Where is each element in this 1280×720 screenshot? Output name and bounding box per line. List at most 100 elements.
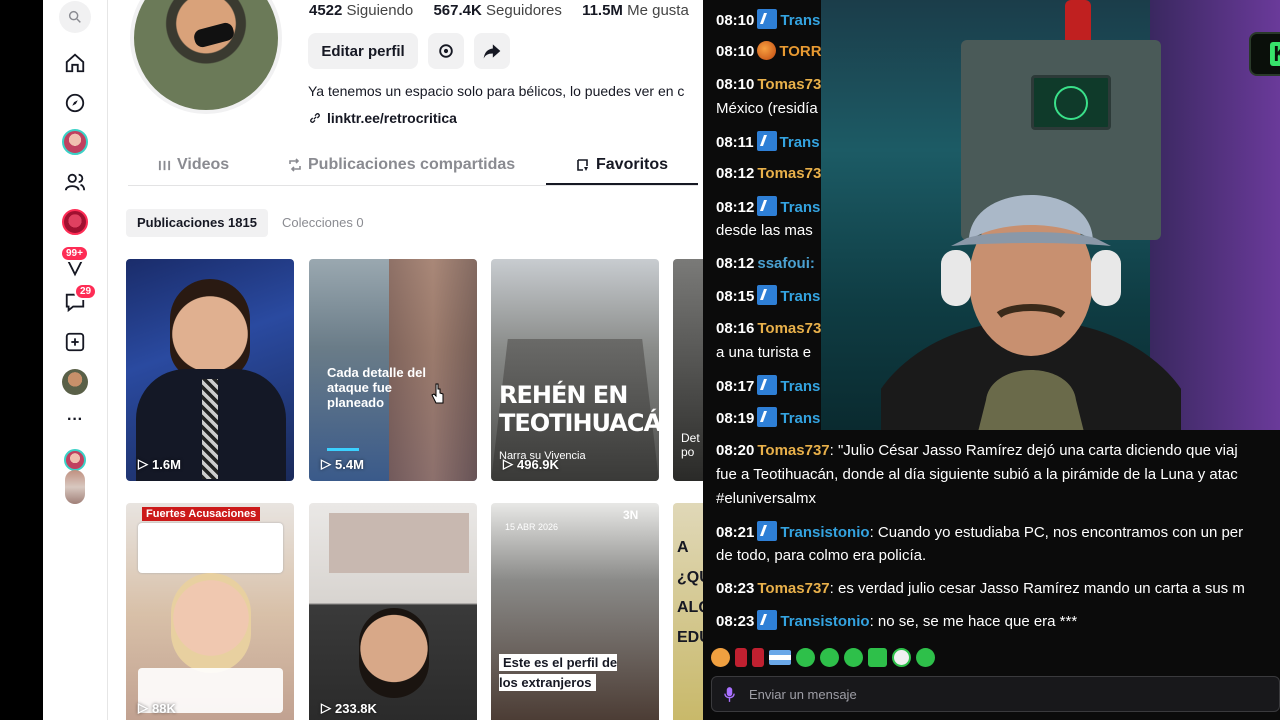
more-icon[interactable]: ··· — [58, 403, 92, 437]
video-card[interactable]: 15 ABR 2026 3N Este es el perfil de los … — [491, 503, 659, 720]
moderator-badge-icon — [757, 9, 778, 29]
chat-username[interactable]: Trans — [780, 288, 820, 305]
video-overlay-text: Det po — [681, 431, 700, 459]
video-card-partial[interactable]: A ¿QU ALQ EDUC — [673, 503, 703, 720]
followers-label[interactable]: Seguidores — [486, 2, 562, 19]
chat-username[interactable]: TORR — [779, 43, 821, 60]
edit-profile-button[interactable]: Editar perfil — [308, 33, 418, 69]
profile-link-text[interactable]: linktr.ee/retrocritica — [327, 110, 457, 126]
chat-username[interactable]: Tomas73 — [757, 320, 821, 337]
search-icon[interactable] — [58, 0, 92, 34]
chat-username[interactable]: Transistonio — [780, 613, 869, 630]
profile-link[interactable]: linktr.ee/retrocritica — [308, 110, 457, 126]
skull-emote-icon[interactable] — [892, 648, 911, 667]
live-avatar[interactable] — [58, 205, 92, 239]
video-views-count: 1.6M — [152, 456, 181, 472]
tab-videos-label: Videos — [177, 156, 230, 173]
video-views: ▷ 496.9K — [503, 456, 559, 472]
moderator-badge-icon — [757, 610, 778, 630]
activity-icon[interactable]: 99+ — [58, 245, 92, 279]
video-card[interactable]: Cada detalle del ataque fue planeado ▷ 5.… — [309, 259, 477, 481]
profile-picture[interactable] — [130, 0, 282, 114]
chat-username[interactable]: Transistonio — [780, 524, 869, 541]
video-overlay-text: Este es el perfil de los extranjeros — [499, 653, 629, 693]
bookmark-icon — [577, 159, 588, 171]
subtab-collections[interactable]: Colecciones 0 — [271, 209, 375, 237]
chat-username[interactable]: Trans — [780, 199, 820, 216]
chat-time: 08:23 — [716, 580, 755, 597]
chat-message-continuation: desde las mas — [716, 222, 813, 239]
video-card[interactable]: REHÉN EN TEOTIHUACÁN Narra su Vivencia ▷… — [491, 259, 659, 481]
chat-time: 08:10 — [716, 12, 755, 29]
left-black-strip — [0, 0, 43, 720]
repost-icon — [289, 158, 301, 172]
green-emote-icon[interactable] — [844, 648, 863, 667]
green-emote-icon[interactable] — [796, 648, 815, 667]
video-card[interactable]: ▷ 1.6M — [126, 259, 294, 481]
following-label[interactable]: Siguiendo — [347, 2, 414, 19]
settings-button[interactable] — [428, 33, 464, 69]
chat-username[interactable]: Trans — [780, 12, 820, 29]
chat-username[interactable]: Tomas737 — [757, 442, 829, 459]
moderator-badge-icon — [757, 285, 778, 305]
chat-message-continuation: #eluniversalmx — [716, 490, 817, 507]
messages-icon[interactable]: 29 — [58, 283, 98, 319]
viewer-counter: K 27 — [1249, 32, 1280, 76]
red-emote-icon[interactable] — [752, 648, 764, 667]
video-card[interactable]: Fuertes Acusaciones ▷ 88K — [126, 503, 294, 720]
chat-message: 08:12 ssafoui: — [716, 253, 815, 275]
tiktok-sidebar: 99+ 29 ··· — [43, 0, 108, 720]
friends-icon[interactable] — [58, 165, 92, 199]
chat-time: 08:21 — [716, 524, 755, 541]
chat-username[interactable]: ssafoui: — [757, 255, 815, 272]
tab-videos[interactable]: Videos — [158, 156, 229, 174]
chat-input-placeholder: Enviar un mensaje — [749, 686, 857, 702]
chat-username[interactable]: Trans — [780, 134, 820, 151]
video-card-partial[interactable]: Det po — [673, 259, 703, 481]
tab-reposts[interactable]: Publicaciones compartidas — [288, 156, 515, 174]
home-icon[interactable] — [58, 46, 92, 80]
video-date: 15 ABR 2026 — [505, 522, 559, 532]
mouse-cursor-icon — [431, 383, 444, 404]
explore-icon[interactable] — [58, 86, 92, 120]
chat-username[interactable]: Tomas737 — [757, 580, 829, 597]
emoji-face-icon[interactable] — [711, 648, 730, 667]
chat-message: 08:15 Trans — [716, 285, 820, 308]
chat-input[interactable]: Enviar un mensaje — [711, 676, 1280, 712]
share-arrow-icon — [483, 44, 501, 59]
subtab-posts[interactable]: Publicaciones 1815 — [126, 209, 268, 237]
green-emote-icon[interactable] — [868, 648, 887, 667]
chat-message: 08:23 Tomas737: es verdad julio cesar Jas… — [716, 578, 1245, 600]
chat-text: : Cuando yo estudiaba PC, nos encontramo… — [869, 524, 1244, 541]
profile-bio: Ya tenemos un espacio solo para bélicos,… — [308, 83, 685, 99]
share-button[interactable] — [474, 33, 510, 69]
chat-message: 08:20 Tomas737: "Julio César Jasso Ramíre… — [716, 440, 1238, 462]
tab-favorites[interactable]: Favoritos — [576, 156, 668, 174]
microphone-icon[interactable] — [724, 686, 735, 702]
moderator-badge-icon — [757, 521, 778, 541]
red-emote-icon[interactable] — [735, 648, 747, 667]
active-tab-underline — [546, 183, 698, 185]
green-emote-icon[interactable] — [820, 648, 839, 667]
chat-time: 08:17 — [716, 378, 755, 395]
chat-username[interactable]: Trans — [780, 378, 820, 395]
upload-icon[interactable] — [58, 325, 92, 359]
chat-username[interactable]: Tomas73 — [757, 165, 821, 182]
profile-avatar[interactable] — [58, 365, 92, 399]
chat-username[interactable]: Trans — [780, 410, 820, 427]
argentina-flag-icon[interactable] — [769, 650, 791, 665]
chat-text: : no se, se me hace que era *** — [869, 613, 1078, 630]
following-avatar[interactable] — [58, 125, 92, 159]
account-avatar-small[interactable] — [58, 470, 92, 504]
chat-time: 08:12 — [716, 255, 755, 272]
video-views: ▷ 233.8K — [321, 700, 377, 716]
followers-count: 567.4K — [433, 2, 482, 19]
chat-text: : "Julio César Jasso Ramírez dejó una ca… — [829, 442, 1238, 459]
chat-time: 08:10 — [716, 76, 755, 93]
moderator-badge-icon — [757, 375, 778, 395]
chat-username[interactable]: Tomas73 — [757, 76, 821, 93]
emote-bar — [711, 648, 935, 667]
video-card[interactable]: ▷ 233.8K — [309, 503, 477, 720]
green-emote-icon[interactable] — [916, 648, 935, 667]
profile-stats: 4522 Siguiendo 567.4K Seguidores 11.5M M… — [309, 2, 703, 19]
